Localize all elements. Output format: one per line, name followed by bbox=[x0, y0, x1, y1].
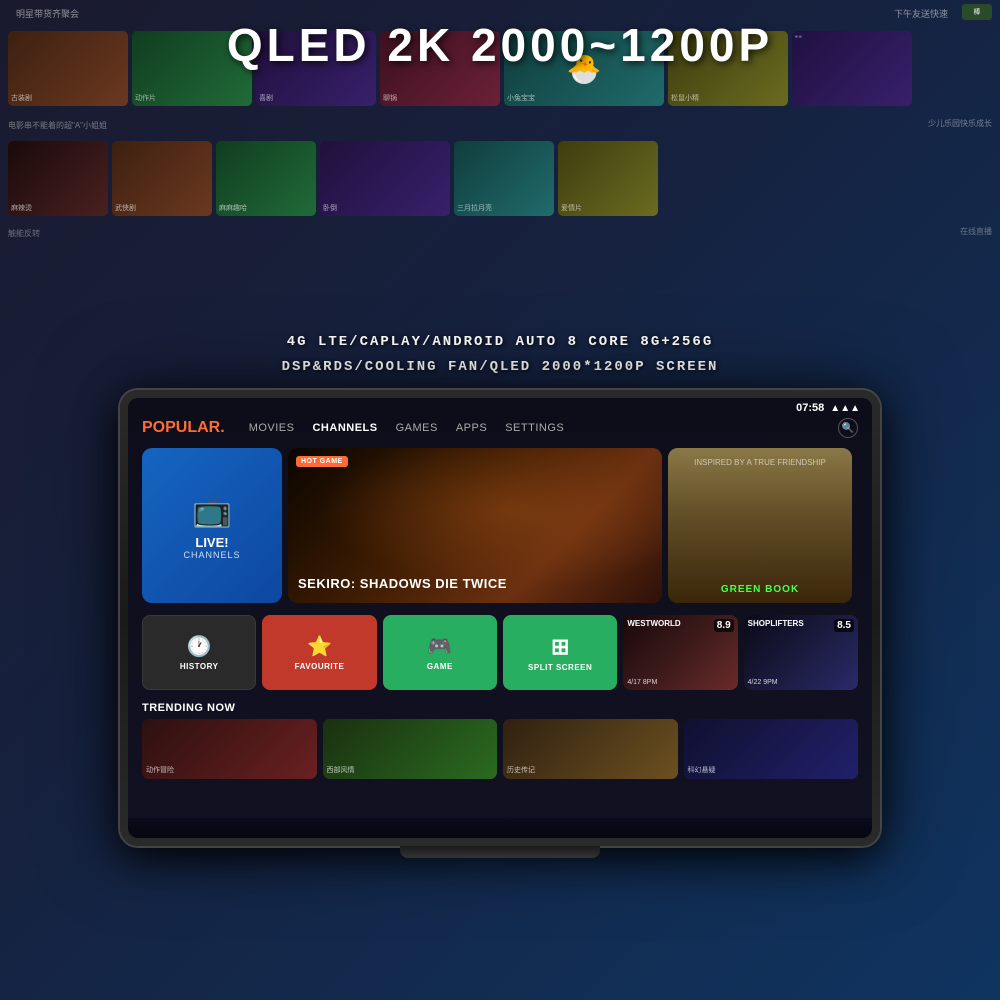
shoplifters-title: SHOPLIFTERS bbox=[748, 619, 804, 628]
live-icon: 📺 bbox=[192, 491, 232, 529]
sekiro-title: SEKIRO: SHADOWS DIE TWICE bbox=[298, 576, 507, 591]
trending-card-4[interactable]: 科幻悬疑 bbox=[684, 719, 859, 779]
sekiro-tile[interactable]: HOT GAME SEKIRO: SHADOWS DIE TWICE bbox=[288, 448, 662, 603]
specs-line-1: 4G LTE/CAPLAY/ANDROID AUTO 8 CORE 8G+256… bbox=[150, 330, 850, 355]
main-content: QLED 2K 2000~1200P 4G LTE/CAPLAY/ANDROID… bbox=[0, 0, 1000, 1000]
westworld-rating: 8.9 bbox=[714, 619, 734, 632]
small-tiles-row: 🕐 HISTORY ⭐ FAVOURITE 🎮 GA bbox=[142, 615, 858, 690]
split-screen-tile[interactable]: ⊞ SPLIT SCREEN bbox=[503, 615, 617, 690]
nav-item-settings[interactable]: SETTINGS bbox=[505, 422, 564, 434]
split-screen-icon: ⊞ bbox=[551, 634, 569, 660]
device-stand bbox=[400, 846, 600, 858]
greenbook-title: GREEN BOOK bbox=[668, 584, 852, 595]
shoplifters-rating: 8.5 bbox=[834, 619, 854, 632]
live-label: LIVE! bbox=[195, 535, 228, 551]
nav-item-movies[interactable]: MOVIES bbox=[249, 422, 295, 434]
westworld-tile[interactable]: WESTWORLD 4/17 8PM 8.9 bbox=[623, 615, 737, 690]
status-bar: 07:58 ▲▲▲ bbox=[128, 398, 872, 414]
game-icon: 🎮 bbox=[427, 634, 452, 659]
trending-card-1[interactable]: 动作冒险 bbox=[142, 719, 317, 779]
status-time: 07:58 bbox=[796, 402, 824, 414]
nav-logo-dot: . bbox=[220, 419, 224, 436]
trending-label: TRENDING NOW bbox=[142, 702, 858, 714]
nav-item-apps[interactable]: APPS bbox=[456, 422, 487, 434]
device-screen: 07:58 ▲▲▲ POPULAR. MOVIES CHANNELS GAMES… bbox=[128, 398, 872, 838]
nav-bar: POPULAR. MOVIES CHANNELS GAMES APPS SETT… bbox=[128, 414, 872, 444]
live-channels-tile[interactable]: 📺 LIVE! CHANNELS bbox=[142, 448, 282, 603]
search-button[interactable]: 🔍 bbox=[838, 418, 858, 438]
trending-row: 动作冒险 西部风情 历史传记 bbox=[142, 719, 858, 779]
tv-ui: 07:58 ▲▲▲ POPULAR. MOVIES CHANNELS GAMES… bbox=[128, 398, 872, 818]
shoplifters-info: 4/22 9PM bbox=[748, 679, 778, 686]
live-sub-label: CHANNELS bbox=[183, 550, 240, 560]
history-tile[interactable]: 🕐 HISTORY bbox=[142, 615, 256, 690]
specs-section: 4G LTE/CAPLAY/ANDROID AUTO 8 CORE 8G+256… bbox=[150, 330, 850, 380]
main-grid: 📺 LIVE! CHANNELS HOT GAME bbox=[142, 448, 858, 609]
nav-item-channels[interactable]: CHANNELS bbox=[312, 422, 377, 434]
device-outer-frame: 07:58 ▲▲▲ POPULAR. MOVIES CHANNELS GAMES… bbox=[120, 390, 880, 846]
trending-card-2[interactable]: 西部风情 bbox=[323, 719, 498, 779]
favourite-tile[interactable]: ⭐ FAVOURITE bbox=[262, 615, 376, 690]
split-screen-label: SPLIT SCREEN bbox=[528, 663, 592, 672]
history-label: HISTORY bbox=[180, 662, 219, 671]
shoplifters-tile[interactable]: SHOPLIFTERS 4/22 9PM 8.5 bbox=[744, 615, 858, 690]
content-area: 📺 LIVE! CHANNELS HOT GAME bbox=[128, 444, 872, 700]
nav-logo: POPULAR. bbox=[142, 419, 225, 437]
westworld-title: WESTWORLD bbox=[627, 619, 680, 628]
page-title: QLED 2K 2000~1200P bbox=[0, 18, 1000, 72]
game-tile[interactable]: 🎮 GAME bbox=[383, 615, 497, 690]
game-label: GAME bbox=[427, 662, 453, 671]
trending-card-3[interactable]: 历史传记 bbox=[503, 719, 678, 779]
greenbook-tile[interactable]: INSPIRED BY A TRUE FRIENDSHIP GREEN BOOK bbox=[668, 448, 852, 603]
westworld-info: 4/17 8PM bbox=[627, 679, 657, 686]
greenbook-background: INSPIRED BY A TRUE FRIENDSHIP bbox=[668, 448, 852, 603]
device-mockup: 07:58 ▲▲▲ POPULAR. MOVIES CHANNELS GAMES… bbox=[120, 390, 880, 858]
device-shadow bbox=[128, 818, 872, 838]
specs-line-2: DSP&RDS/COOLING FAN/QLED 2000*1200P SCRE… bbox=[150, 355, 850, 380]
history-icon: 🕐 bbox=[187, 634, 212, 659]
title-section: QLED 2K 2000~1200P bbox=[0, 0, 1000, 80]
trending-section: TRENDING NOW 动作冒险 西部风情 bbox=[128, 700, 872, 787]
favourite-label: FAVOURITE bbox=[295, 662, 345, 671]
nav-item-games[interactable]: GAMES bbox=[396, 422, 438, 434]
favourite-icon: ⭐ bbox=[307, 634, 332, 659]
hot-game-badge: HOT GAME bbox=[296, 456, 348, 467]
wifi-icon: ▲▲▲ bbox=[830, 403, 860, 414]
